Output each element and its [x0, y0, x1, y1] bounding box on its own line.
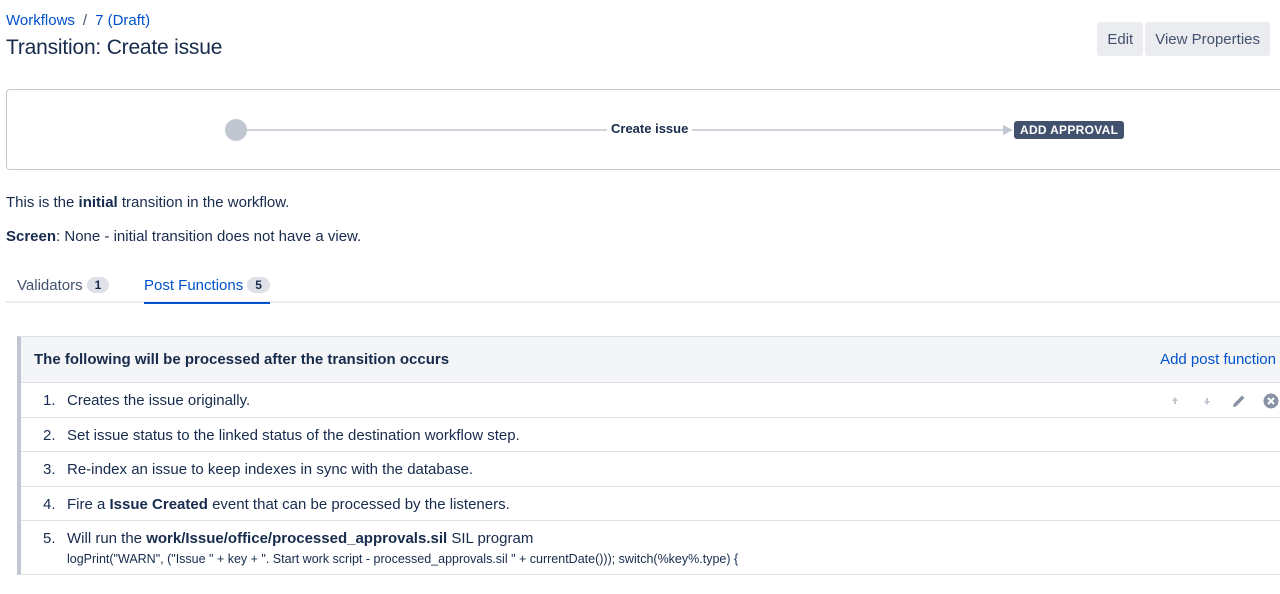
sil-program-path: work/Issue/office/processed_approvals.si…: [146, 530, 448, 547]
info-text: This is the: [6, 194, 79, 211]
close-circle-icon[interactable]: [1262, 392, 1280, 410]
breadcrumb-workflows-link[interactable]: Workflows: [6, 12, 75, 29]
post-functions-panel: The following will be processed after th…: [17, 336, 1280, 575]
screen-value: : None - initial transition does not hav…: [56, 228, 362, 245]
arrow-up-icon[interactable]: [1166, 392, 1184, 410]
info-emphasis: initial: [78, 194, 118, 211]
header-actions: Edit View Properties: [1097, 22, 1270, 56]
initial-node: [225, 119, 247, 141]
item-text-part: event that can be processed by the liste…: [207, 495, 510, 513]
list-item: 3. Re-index an issue to keep indexes in …: [21, 452, 1280, 487]
item-text: Fire a Issue Created event that can be p…: [67, 496, 510, 513]
list-item: 4. Fire a Issue Created event that can b…: [21, 487, 1280, 521]
arrow-down-icon[interactable]: [1198, 392, 1216, 410]
breadcrumb-draft-link[interactable]: 7 (Draft): [95, 12, 150, 29]
edit-button[interactable]: Edit: [1097, 22, 1144, 56]
item-text: Set issue status to the linked status of…: [67, 426, 520, 444]
list-item: 5. Will run the work/Issue/office/proces…: [21, 521, 1280, 575]
item-text-part: SIL program: [447, 530, 534, 547]
page-title: Transition: Create issue: [6, 36, 223, 59]
transition-diagram: Create issue ADD APPROVAL: [6, 89, 1280, 170]
screen-label: Screen: [6, 228, 57, 245]
item-text-part: Will run the: [67, 530, 147, 547]
breadcrumb: Workflows / 7 (Draft): [6, 12, 150, 29]
view-properties-button[interactable]: View Properties: [1145, 22, 1270, 56]
item-text: Creates the issue originally.: [67, 392, 251, 409]
list-item: 2. Set issue status to the linked status…: [21, 418, 1280, 452]
add-post-function-link[interactable]: Add post function: [1160, 351, 1276, 368]
item-text-part: Fire a: [67, 495, 110, 513]
panel-header: The following will be processed after th…: [21, 337, 1280, 383]
breadcrumb-separator: /: [82, 12, 88, 29]
screen-info: Screen: None - initial transition does n…: [6, 228, 361, 245]
panel-title: The following will be processed after th…: [34, 351, 450, 368]
sil-code-preview: logPrint("WARN", ("Issue " + key + ". St…: [67, 552, 739, 566]
target-status-lozenge[interactable]: ADD APPROVAL: [1014, 121, 1125, 139]
item-text: Re-index an issue to keep indexes in syn…: [67, 461, 474, 478]
info-text: transition in the workflow.: [117, 194, 290, 211]
tab-label: Post Functions: [144, 277, 244, 294]
validators-count-badge: 1: [86, 277, 110, 293]
item-number: 3.: [43, 461, 56, 478]
event-name: Issue Created: [109, 495, 208, 513]
list-item: 1. Creates the issue originally.: [21, 383, 1280, 418]
initial-transition-info: This is the initial transition in the wo…: [6, 194, 289, 211]
post-functions-count-badge: 5: [247, 277, 270, 293]
item-number: 5.: [43, 530, 56, 547]
tab-label: Validators: [17, 277, 83, 294]
item-number: 4.: [43, 495, 56, 513]
tab-post-functions[interactable]: Post Functions 5: [144, 277, 270, 304]
transition-arrowhead: [1003, 125, 1013, 135]
row-actions: [1166, 392, 1280, 410]
item-number: 2.: [43, 426, 56, 444]
item-text: Will run the work/Issue/office/processed…: [67, 530, 533, 547]
item-number: 1.: [43, 392, 56, 409]
pencil-icon[interactable]: [1230, 392, 1248, 410]
transition-label[interactable]: Create issue: [607, 121, 693, 136]
tab-bar: Validators 1 Post Functions 5: [6, 269, 1280, 304]
tab-validators[interactable]: Validators 1: [17, 277, 110, 303]
